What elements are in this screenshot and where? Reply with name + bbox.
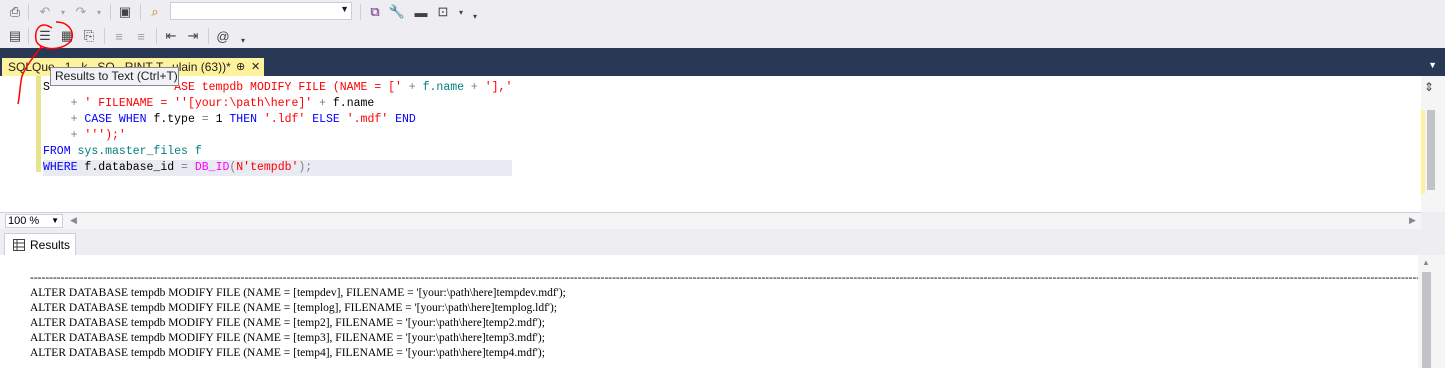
zoom-value: 100 % [8,215,40,227]
result-row: ALTER DATABASE tempdb MODIFY FILE (NAME … [30,317,545,329]
increase-indent-icon[interactable]: ⇥ [184,27,202,45]
editor-status-strip: 100 % ▼ ◀ ▶ [0,212,1421,229]
standard-toolbar: ⎙ ↶ ▾ ↷ ▾ ▣ ⌕ ▼ ⧉ 🔧 ▬ ⊡ ▾ ▾ [0,0,1445,24]
editor-gutter [0,76,40,212]
redo-icon[interactable]: ↷ [72,3,90,21]
split-icon[interactable]: ⇕ [1424,80,1438,94]
results-icon [13,238,25,251]
design-query-icon[interactable]: ▤ [6,27,24,45]
code-line: WHERE f.database_id = DB_ID(N'tempdb'); [43,160,513,176]
tooltip: Results to Text (Ctrl+T) [50,67,179,86]
code-line: FROM sys.master_files f [43,145,202,158]
activity-monitor-icon[interactable]: ▣ [116,3,134,21]
toolbar-separator [208,28,209,44]
result-row: ALTER DATABASE tempdb MODIFY FILE (NAME … [30,332,545,344]
result-row: ALTER DATABASE tempdb MODIFY FILE (NAME … [30,347,545,359]
result-row: ALTER DATABASE tempdb MODIFY FILE (NAME … [30,302,558,314]
toolbar-overflow-icon[interactable]: ▾ [234,31,252,49]
toolbar-separator [104,28,105,44]
document-tab-row: SQLQue...1...k...SQ...RINT-T...ulain (63… [0,58,1445,76]
wrench-icon[interactable]: 🔧 [388,3,406,21]
query-editor[interactable]: SELECT 'ALTER DATABASE tempdb MODIFY FIL… [0,76,1421,212]
toolbar-separator [140,4,141,20]
change-tracking-bar [36,76,41,172]
uncomment-icon[interactable]: ≡ [132,27,150,45]
editor-scroll-thumb[interactable] [1427,110,1435,190]
code-line: + ' FILENAME = ''[your:\path\here]' + f.… [43,97,375,110]
tab-results[interactable]: Results [4,233,76,255]
toolbox-icon[interactable]: ▬ [412,3,430,21]
toolbar-separator [28,4,29,20]
results-separator: ----------------------------------------… [30,272,1418,284]
result-row: ALTER DATABASE tempdb MODIFY FILE (NAME … [30,287,566,299]
scroll-right-icon[interactable]: ▶ [1409,215,1416,226]
scrollbar-change-marker [1421,110,1425,194]
sql-editor-toolbar: ▤ ☰ ▦ ⎘ ≡ ≡ ⇤ ⇥ @ ▾ [0,24,1445,48]
decrease-indent-icon[interactable]: ⇤ [162,27,180,45]
results-scroll-thumb[interactable] [1422,272,1431,368]
open-icon[interactable]: ⎙ [6,3,24,21]
terminal-icon[interactable]: ⊡ [434,3,452,21]
sql-code[interactable]: SELECT 'ALTER DATABASE tempdb MODIFY FIL… [43,80,513,176]
results-to-file-icon[interactable]: ⎘ [80,27,98,45]
document-well [0,48,1445,58]
undo-dropdown-icon[interactable]: ▾ [54,3,72,21]
undo-icon[interactable]: ↶ [36,3,54,21]
find-icon[interactable]: ⌕ [146,3,164,21]
toolbar-separator [156,28,157,44]
close-icon[interactable]: ✕ [251,58,260,76]
vs-icon[interactable]: ⧉ [366,3,384,21]
chevron-down-icon[interactable]: ▼ [51,215,59,227]
results-to-text-icon[interactable]: ☰ [36,27,54,45]
tab-list-dropdown-icon[interactable]: ▼ [1428,60,1437,70]
zoom-select[interactable]: 100 % ▼ [5,214,63,228]
scroll-up-icon[interactable]: ▲ [1422,258,1430,267]
scroll-left-icon[interactable]: ◀ [70,215,77,226]
code-line: + CASE WHEN f.type = 1 THEN '.ldf' ELSE … [43,113,416,126]
toolbar-separator [28,28,29,44]
results-text-pane[interactable]: ----------------------------------------… [0,255,1418,368]
redo-dropdown-icon[interactable]: ▾ [90,3,108,21]
find-combo[interactable]: ▼ [170,2,352,20]
tab-results-label: Results [30,237,71,252]
toolbar-overflow-icon[interactable]: ▾ [466,7,484,25]
results-tab-bar: Results [0,229,1445,255]
pin-icon[interactable]: ⊕ [236,58,245,76]
toolbar-separator [110,4,111,20]
code-line: + ''');' [43,129,126,142]
comment-icon[interactable]: ≡ [110,27,128,45]
toolbar-separator [360,4,361,20]
specify-values-icon[interactable]: @ [214,27,232,45]
results-text: ----------------------------------------… [30,271,1418,361]
chevron-down-icon[interactable]: ▼ [340,4,349,14]
results-to-grid-icon[interactable]: ▦ [58,27,76,45]
